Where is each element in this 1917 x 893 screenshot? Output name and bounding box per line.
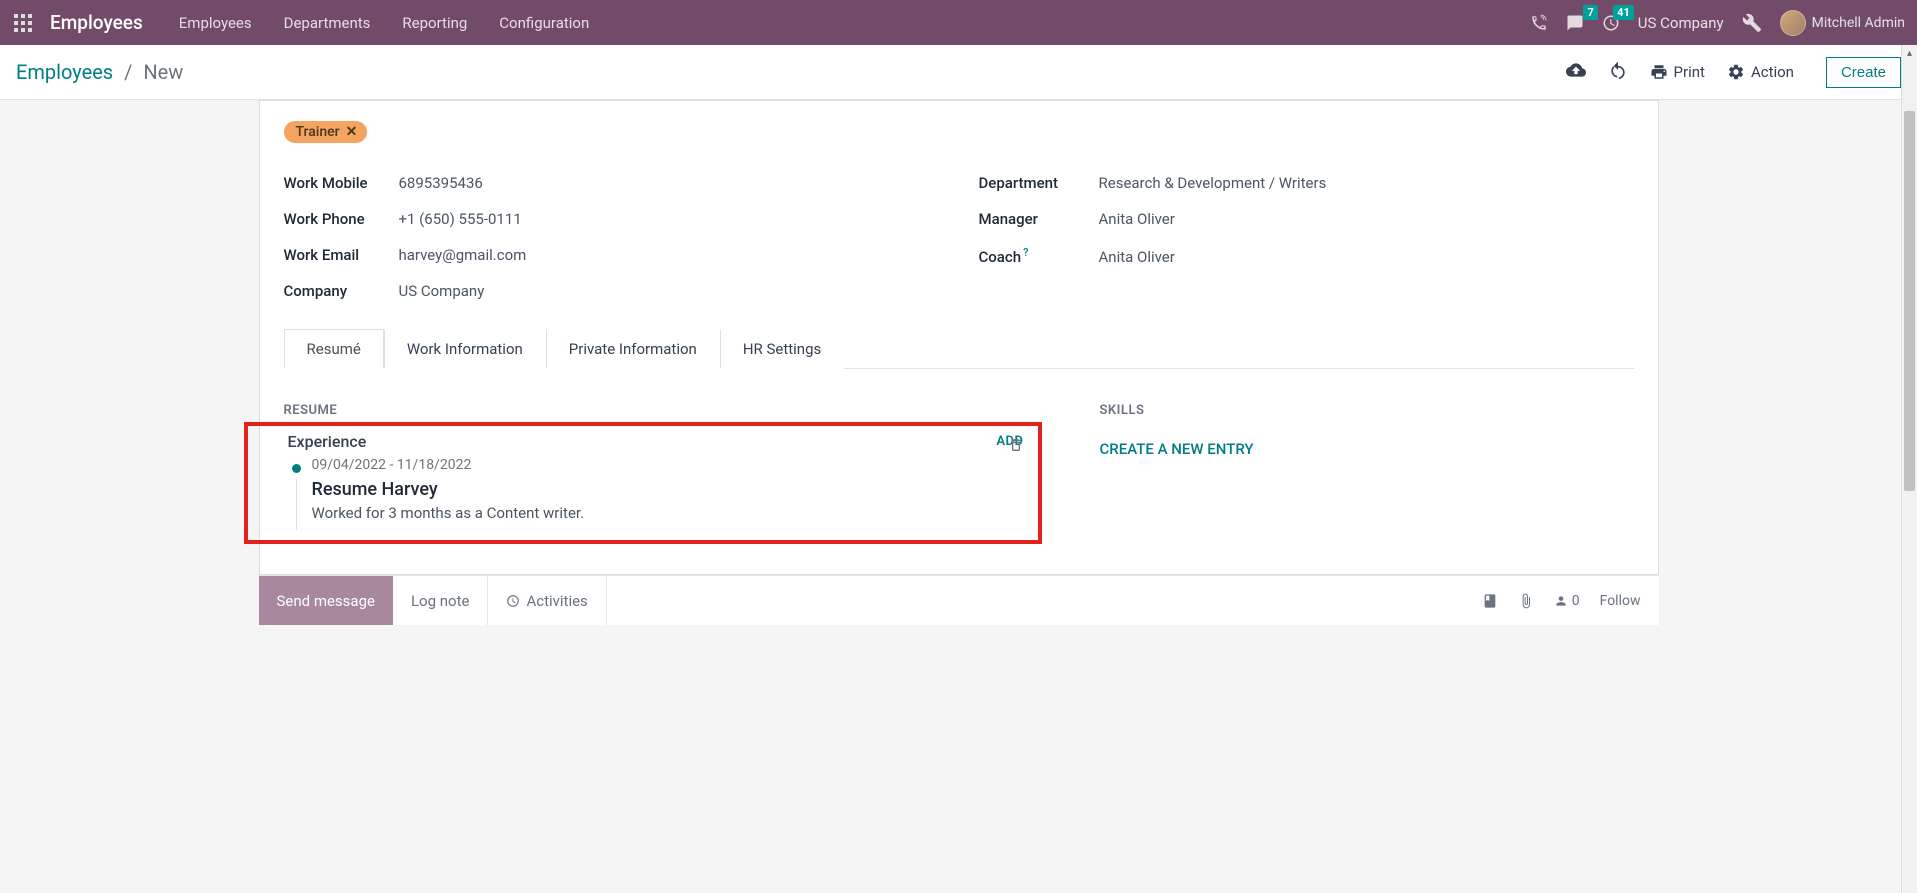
- coach-label: Coach?: [979, 246, 1099, 266]
- tag-trainer[interactable]: Trainer ✕: [284, 121, 368, 143]
- cloud-upload-icon[interactable]: [1566, 60, 1586, 84]
- department-value[interactable]: Research & Development / Writers: [1099, 174, 1327, 192]
- activities-button[interactable]: Activities: [488, 576, 606, 625]
- resume-entry-desc: Worked for 3 months as a Content writer.: [312, 504, 585, 522]
- trash-icon[interactable]: [1008, 437, 1024, 457]
- breadcrumb-sep: /: [124, 60, 132, 84]
- work-mobile-value[interactable]: 6895395436: [399, 174, 483, 192]
- breadcrumb-root[interactable]: Employees: [16, 60, 113, 84]
- send-message-button[interactable]: Send message: [259, 576, 393, 625]
- messages-badge: 7: [1583, 5, 1597, 20]
- company-switcher[interactable]: US Company: [1638, 14, 1724, 32]
- tab-resume[interactable]: Resumé: [284, 329, 384, 369]
- activities-icon[interactable]: 41: [1602, 14, 1620, 32]
- nav-link-configuration[interactable]: Configuration: [491, 10, 597, 36]
- tag-label: Trainer: [296, 124, 340, 140]
- breadcrumb: Employees / New: [16, 60, 183, 84]
- follower-count[interactable]: 0: [1554, 593, 1580, 609]
- company-label: Company: [284, 282, 399, 300]
- follow-button[interactable]: Follow: [1600, 593, 1641, 609]
- company-value[interactable]: US Company: [399, 282, 485, 300]
- scrollbar[interactable]: ▴: [1901, 45, 1917, 893]
- work-email-label: Work Email: [284, 246, 399, 264]
- activities-badge: 41: [1613, 5, 1634, 20]
- nav-link-employees[interactable]: Employees: [171, 10, 260, 36]
- breadcrumb-current: New: [143, 60, 183, 84]
- top-nav: Employees Employees Departments Reportin…: [0, 0, 1917, 45]
- messages-icon[interactable]: 7: [1566, 14, 1584, 32]
- tab-private-info[interactable]: Private Information: [546, 329, 720, 369]
- work-phone-label: Work Phone: [284, 210, 399, 228]
- discard-icon[interactable]: [1608, 60, 1628, 84]
- experience-highlight: Experience ADD 09/04/2022 - 11/18/2022 R…: [244, 422, 1042, 544]
- work-phone-value[interactable]: +1 (650) 555-0111: [399, 210, 522, 228]
- nav-link-departments[interactable]: Departments: [276, 10, 379, 36]
- department-label: Department: [979, 174, 1099, 192]
- nav-link-reporting[interactable]: Reporting: [394, 10, 475, 36]
- tag-remove-icon[interactable]: ✕: [346, 124, 358, 140]
- skills-section-title: SKILLS: [1100, 403, 1634, 418]
- tab-hr-settings[interactable]: HR Settings: [720, 329, 844, 369]
- main-scroll: Trainer ✕ Work Mobile 6895395436 Work Ph…: [0, 100, 1917, 893]
- help-icon[interactable]: ?: [1023, 246, 1028, 259]
- manager-value[interactable]: Anita Oliver: [1099, 210, 1175, 228]
- avatar: [1780, 10, 1806, 36]
- resume-dates: 09/04/2022 - 11/18/2022: [312, 457, 585, 473]
- coach-value[interactable]: Anita Oliver: [1099, 248, 1175, 266]
- create-skill-link[interactable]: CREATE A NEW ENTRY: [1100, 440, 1254, 458]
- tabs: Resumé Work Information Private Informat…: [284, 329, 1634, 369]
- user-name: Mitchell Admin: [1812, 15, 1905, 31]
- apps-icon[interactable]: [12, 12, 34, 34]
- resume-section-title: RESUME: [284, 403, 1040, 418]
- print-button[interactable]: Print: [1650, 63, 1705, 81]
- nav-brand[interactable]: Employees: [50, 11, 143, 34]
- action-button[interactable]: Action: [1727, 63, 1794, 81]
- voip-icon[interactable]: [1530, 14, 1548, 32]
- log-note-button[interactable]: Log note: [393, 576, 488, 625]
- user-menu[interactable]: Mitchell Admin: [1780, 10, 1905, 36]
- experience-header: Experience: [288, 432, 367, 451]
- tab-work-info[interactable]: Work Information: [384, 329, 546, 369]
- scroll-thumb[interactable]: [1904, 111, 1915, 491]
- scroll-up-icon[interactable]: ▴: [1902, 45, 1917, 61]
- book-icon[interactable]: [1482, 593, 1498, 609]
- create-button[interactable]: Create: [1826, 57, 1901, 88]
- control-bar: Employees / New Print Action Create: [0, 45, 1917, 100]
- attachment-icon[interactable]: [1518, 593, 1534, 609]
- work-email-value[interactable]: harvey@gmail.com: [399, 246, 527, 264]
- chatter: Send message Log note Activities 0 Follo…: [259, 575, 1659, 625]
- manager-label: Manager: [979, 210, 1099, 228]
- form-sheet: Trainer ✕ Work Mobile 6895395436 Work Ph…: [259, 100, 1659, 575]
- resume-entry-title: Resume Harvey: [312, 479, 585, 500]
- resume-entry[interactable]: 09/04/2022 - 11/18/2022 Resume Harvey Wo…: [262, 457, 585, 522]
- debug-icon[interactable]: [1742, 13, 1762, 33]
- work-mobile-label: Work Mobile: [284, 174, 399, 192]
